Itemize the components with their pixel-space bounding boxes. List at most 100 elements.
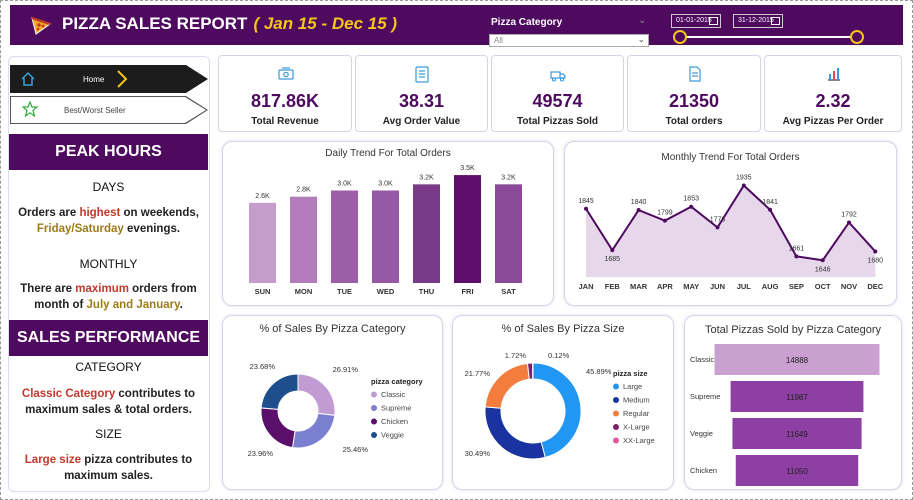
data-label: 1840 bbox=[631, 199, 647, 206]
dropdown-arrow-icon: ⌄ bbox=[637, 34, 645, 44]
x-tick-label: NOV bbox=[841, 282, 857, 291]
legend-label: XX-Large bbox=[623, 436, 655, 445]
kpi-label: Total Revenue bbox=[251, 116, 319, 127]
date-range-slider[interactable] bbox=[680, 36, 857, 38]
kpi-card-total-revenue: 817.86K Total Revenue bbox=[218, 55, 352, 132]
legend-label: Veggie bbox=[381, 431, 404, 440]
data-label: 2.6K bbox=[255, 193, 270, 200]
x-tick-label: OCT bbox=[815, 282, 831, 291]
legend-marker bbox=[371, 432, 377, 438]
pizza-icon bbox=[31, 16, 52, 35]
slider-handle-start[interactable] bbox=[673, 30, 687, 44]
size-subtitle: SIZE bbox=[95, 427, 122, 441]
data-label: 21.77% bbox=[465, 369, 491, 378]
legend-marker bbox=[371, 418, 377, 425]
x-tick-label: SEP bbox=[789, 282, 804, 291]
legend-label: Large bbox=[623, 382, 642, 391]
data-point bbox=[768, 207, 773, 212]
star-icon bbox=[22, 101, 38, 117]
clipboard-icon bbox=[415, 66, 429, 83]
x-tick-label: WED bbox=[377, 287, 395, 296]
x-tick-label: JUL bbox=[737, 282, 752, 291]
report-title: PIZZA SALES REPORT ( Jan 15 - Dec 15 ) bbox=[62, 14, 397, 34]
data-label: 1661 bbox=[789, 245, 805, 252]
data-label: 1799 bbox=[657, 210, 673, 217]
data-point bbox=[689, 204, 694, 209]
chevron-down-icon[interactable]: ⌄ bbox=[638, 15, 646, 26]
slider-handle-end[interactable] bbox=[850, 30, 864, 44]
kpi-label: Total orders bbox=[665, 116, 723, 127]
days-text-3: evenings. bbox=[123, 223, 181, 235]
kpi-card-total-orders: 21350 Total orders bbox=[627, 55, 761, 132]
nav-home-label: Home bbox=[83, 75, 105, 84]
chevron-right-icon bbox=[117, 70, 128, 88]
days-text-1: Orders are bbox=[18, 207, 80, 219]
nav-best-worst-label: Best/Worst Seller bbox=[64, 106, 126, 115]
legend-label: Chicken bbox=[381, 417, 408, 426]
data-label: 1680 bbox=[868, 257, 884, 264]
data-point bbox=[610, 248, 615, 253]
pizza-category-select[interactable]: All ⌄ bbox=[489, 34, 649, 47]
size-text-1: pizza contributes to bbox=[81, 454, 193, 466]
bar-chart-icon bbox=[828, 68, 840, 81]
data-label: 14888 bbox=[786, 356, 809, 365]
x-tick-label: JAN bbox=[578, 282, 593, 291]
category-sales-card: % of Sales By Pizza Category 26.91% 25.46… bbox=[222, 315, 443, 490]
data-label: 3.0K bbox=[337, 181, 352, 188]
legend-label: Supreme bbox=[381, 404, 411, 413]
kpi-value: 817.86K bbox=[250, 91, 320, 111]
y-tick-label: Supreme bbox=[690, 392, 720, 401]
data-label: 3.2K bbox=[501, 174, 516, 181]
data-point bbox=[584, 206, 588, 211]
start-date-value: 01-01-2015 bbox=[676, 17, 712, 24]
legend-marker bbox=[613, 383, 619, 390]
x-tick-label: DEC bbox=[867, 282, 883, 291]
kpi-card-avg-order-value: 38.31 Avg Order Value bbox=[355, 55, 488, 132]
data-label: 1845 bbox=[578, 198, 594, 205]
data-label: 1841 bbox=[762, 199, 778, 206]
monthly-insight: There are maximum orders from month of J… bbox=[9, 281, 208, 313]
data-point bbox=[715, 225, 720, 230]
kpi-value: 49574 bbox=[532, 91, 583, 111]
x-tick-label: SAT bbox=[501, 287, 516, 296]
data-label: 1792 bbox=[841, 211, 857, 218]
calendar-icon[interactable] bbox=[709, 17, 718, 25]
data-point bbox=[873, 249, 878, 254]
x-tick-label: THU bbox=[419, 287, 434, 296]
monthly-trend-chart: 1845 JAN 1685 FEB 1840 MAR 1799 APR 1853 MAY 1773 J… bbox=[578, 174, 884, 291]
category-highlight: Classic Category bbox=[21, 388, 116, 400]
end-date-input[interactable]: 31-12-2015 bbox=[733, 14, 783, 28]
start-date-input[interactable]: 01-01-2015 bbox=[671, 14, 721, 28]
report-date-range: ( Jan 15 - Dec 15 ) bbox=[253, 14, 398, 33]
pizza-category-filter-label: Pizza Category bbox=[491, 17, 563, 28]
category-pizzas-sold-card: Total Pizzas Sold by Pizza Category 1488… bbox=[684, 315, 902, 490]
kpi-value: 38.31 bbox=[398, 91, 445, 111]
bar bbox=[290, 196, 317, 283]
kpi-label: Total Pizzas Sold bbox=[517, 116, 598, 127]
kpi-card-avg-pizzas-per-order: 2.32 Avg Pizzas Per Order bbox=[764, 55, 902, 132]
data-label: 45.89% bbox=[586, 367, 612, 376]
month-highlight-2: July and January bbox=[86, 299, 180, 311]
size-insight: Large size pizza contributes to maximum … bbox=[9, 452, 208, 484]
data-label: 1853 bbox=[683, 196, 699, 203]
legend-label: Regular bbox=[623, 409, 650, 418]
nav-home-button[interactable] bbox=[10, 65, 208, 93]
donut-slice bbox=[484, 362, 530, 409]
days-highlight: highest bbox=[79, 207, 121, 219]
kpi-label: Avg Pizzas Per Order bbox=[782, 116, 884, 127]
category-subtitle: CATEGORY bbox=[75, 360, 142, 374]
delivery-icon bbox=[550, 71, 566, 82]
y-tick-label: Chicken bbox=[690, 466, 717, 475]
report-title-text: PIZZA SALES REPORT bbox=[62, 14, 248, 33]
x-tick-label: MAY bbox=[683, 282, 699, 291]
size-donut-chart: 45.89% 30.49% 21.77% 1.72% 0.12% pizza size La… bbox=[465, 351, 655, 460]
x-tick-label: FRI bbox=[461, 287, 473, 296]
legend-marker bbox=[613, 397, 619, 403]
bar bbox=[372, 190, 399, 283]
x-tick-label: FEB bbox=[605, 282, 621, 291]
data-label: 25.46% bbox=[343, 445, 369, 454]
calendar-icon[interactable] bbox=[771, 17, 780, 25]
kpi-label: Avg Order Value bbox=[382, 116, 461, 127]
data-point bbox=[636, 208, 641, 213]
category-hbar-chart: 14888 Classic 11987 Supreme 11649 Veggie 11050… bbox=[690, 344, 880, 486]
